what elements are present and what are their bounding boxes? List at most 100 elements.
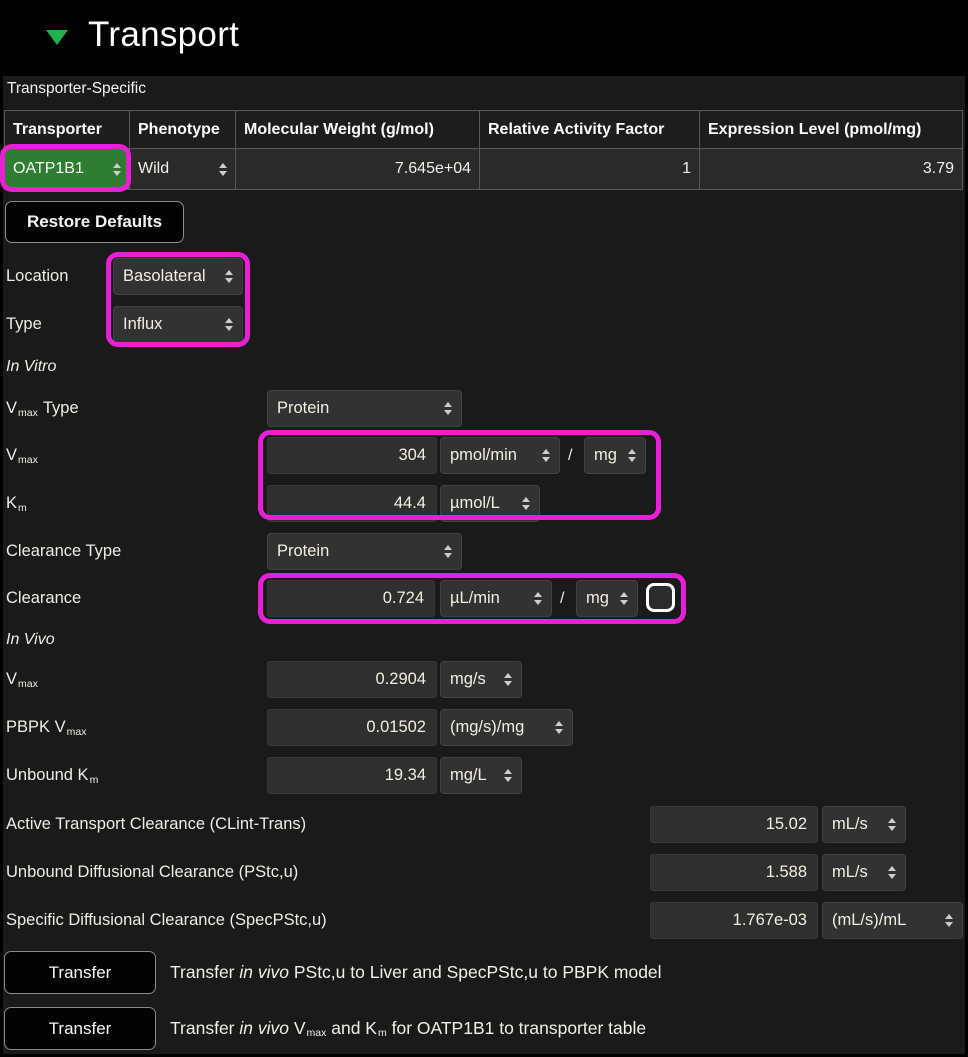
clint-trans-input[interactable]: 15.02 — [650, 806, 818, 843]
pbpk-vmax-unit-select[interactable]: (mg/s)/mg — [440, 709, 573, 746]
km-invitro-row: Km 44.4 µmol/L — [0, 485, 968, 522]
col-transporter: Transporter — [5, 111, 130, 149]
table-header-row: Transporter Phenotype Molecular Weight (… — [5, 111, 963, 149]
transfer-vmax-km-caption: Transfer in vivo Vmax and Km for OATP1B1… — [170, 1007, 646, 1050]
clint-trans-row: Active Transport Clearance (CLint-Trans)… — [0, 806, 968, 843]
section-header: Transport — [0, 0, 968, 76]
clearance-unit-denominator-select[interactable]: mg — [576, 580, 638, 617]
spinner-icon[interactable] — [522, 497, 530, 510]
transporter-select[interactable]: OATP1B1 — [5, 149, 130, 190]
pbpk-vmax-input[interactable]: 0.01502 — [267, 709, 437, 746]
spinner-icon[interactable] — [225, 270, 233, 283]
unit-divider: / — [568, 437, 572, 474]
in-vivo-heading: In Vivo — [6, 631, 55, 649]
transfer-pstcu-row: Transfer Transfer in vivo PStc,u to Live… — [0, 951, 968, 994]
clearance-input[interactable]: 0.724 — [267, 580, 435, 617]
table-row: OATP1B1 Wild 7.645e+04 1 3.79 — [5, 149, 963, 190]
clint-trans-label: Active Transport Clearance (CLint-Trans) — [6, 806, 306, 843]
unit-divider: / — [560, 580, 564, 617]
in-vitro-heading: In Vitro — [6, 358, 56, 376]
vmax-invivo-input[interactable]: 0.2904 — [267, 661, 437, 698]
spinner-icon[interactable] — [534, 592, 542, 605]
expression-level-cell[interactable]: 3.79 — [700, 149, 963, 190]
location-select[interactable]: Basolateral — [113, 258, 243, 295]
pbpk-vmax-label: PBPK Vmax — [6, 709, 86, 746]
spinner-icon[interactable] — [444, 402, 452, 415]
type-value: Influx — [123, 315, 162, 334]
clearance-type-label: Clearance Type — [6, 533, 121, 570]
vmax-unit-denominator-select[interactable]: mg — [584, 437, 646, 474]
location-row: Location Basolateral — [0, 258, 968, 295]
clearance-row: Clearance 0.724 µL/min / mg — [0, 580, 968, 617]
phenotype-value: Wild — [138, 160, 169, 178]
type-select[interactable]: Influx — [113, 306, 243, 343]
transfer-pstcu-caption: Transfer in vivo PStc,u to Liver and Spe… — [170, 951, 662, 994]
transfer-vmax-km-row: Transfer Transfer in vivo Vmax and Km fo… — [0, 1007, 968, 1050]
vmax-label: Vmax — [6, 437, 38, 474]
spinner-icon[interactable] — [504, 769, 512, 782]
clearance-label: Clearance — [6, 580, 81, 617]
clearance-checkbox[interactable] — [646, 583, 675, 612]
clearance-type-select[interactable]: Protein — [267, 533, 462, 570]
spinner-icon[interactable] — [888, 818, 896, 831]
vmax-unit-numerator-select[interactable]: pmol/min — [440, 437, 560, 474]
spinner-icon[interactable] — [888, 866, 896, 879]
transport-panel: Transport Transporter-Specific Transport… — [0, 0, 968, 1057]
specpstcu-row: Specific Diffusional Clearance (SpecPStc… — [0, 902, 968, 939]
relative-activity-factor-cell[interactable]: 1 — [480, 149, 700, 190]
spinner-icon[interactable] — [620, 592, 628, 605]
unbound-km-unit-select[interactable]: mg/L — [440, 757, 522, 794]
phenotype-select[interactable]: Wild — [130, 149, 236, 190]
transporter-specific-label: Transporter-Specific — [7, 80, 146, 98]
pstcu-input[interactable]: 1.588 — [650, 854, 818, 891]
collapse-triangle-icon[interactable] — [46, 30, 68, 45]
col-relative-activity-factor: Relative Activity Factor — [480, 111, 700, 149]
spinner-icon[interactable] — [113, 163, 121, 176]
location-value: Basolateral — [123, 267, 206, 286]
col-expression-level: Expression Level (pmol/mg) — [700, 111, 963, 149]
vmax-type-row: VmaxType Protein — [0, 390, 968, 427]
pstcu-unit-select[interactable]: mL/s — [822, 854, 906, 891]
vmax-input[interactable]: 304 — [267, 437, 437, 474]
spinner-icon[interactable] — [225, 318, 233, 331]
clearance-unit-numerator-select[interactable]: µL/min — [440, 580, 552, 617]
spinner-icon[interactable] — [219, 163, 227, 176]
spinner-icon[interactable] — [628, 449, 636, 462]
col-phenotype: Phenotype — [130, 111, 236, 149]
transporter-table: Transporter Phenotype Molecular Weight (… — [4, 110, 963, 190]
vmax-invivo-row: Vmax 0.2904 mg/s — [0, 661, 968, 698]
vmax-invivo-label: Vmax — [6, 661, 38, 698]
vmax-type-label: VmaxType — [6, 390, 79, 427]
pbpk-vmax-row: PBPK Vmax 0.01502 (mg/s)/mg — [0, 709, 968, 746]
clint-trans-unit-select[interactable]: mL/s — [822, 806, 906, 843]
spinner-icon[interactable] — [542, 449, 550, 462]
restore-defaults-button[interactable]: Restore Defaults — [5, 201, 184, 243]
vmax-type-select[interactable]: Protein — [267, 390, 462, 427]
pstcu-label: Unbound Diffusional Clearance (PStc,u) — [6, 854, 298, 891]
specpstcu-unit-select[interactable]: (mL/s)/mL — [822, 902, 963, 939]
spinner-icon[interactable] — [504, 673, 512, 686]
vmax-type-value: Protein — [277, 399, 329, 418]
clearance-type-row: Clearance Type Protein — [0, 533, 968, 570]
pstcu-row: Unbound Diffusional Clearance (PStc,u) 1… — [0, 854, 968, 891]
km-input[interactable]: 44.4 — [267, 485, 437, 522]
transfer-pstcu-button[interactable]: Transfer — [4, 951, 156, 994]
type-row: Type Influx — [0, 306, 968, 343]
specpstcu-label: Specific Diffusional Clearance (SpecPStc… — [6, 902, 327, 939]
unbound-km-label: Unbound Km — [6, 757, 98, 794]
clearance-type-value: Protein — [277, 542, 329, 561]
type-label: Type — [6, 306, 42, 343]
km-unit-select[interactable]: µmol/L — [440, 485, 540, 522]
spinner-icon[interactable] — [945, 914, 953, 927]
transfer-vmax-km-button[interactable]: Transfer — [4, 1007, 156, 1050]
spinner-icon[interactable] — [555, 721, 563, 734]
km-label: Km — [6, 485, 27, 522]
specpstcu-input[interactable]: 1.767e-03 — [650, 902, 818, 939]
vmax-invivo-unit-select[interactable]: mg/s — [440, 661, 522, 698]
spinner-icon[interactable] — [444, 545, 452, 558]
unbound-km-input[interactable]: 19.34 — [267, 757, 437, 794]
transporter-value: OATP1B1 — [13, 160, 84, 178]
col-molecular-weight: Molecular Weight (g/mol) — [236, 111, 480, 149]
page-title: Transport — [88, 15, 239, 55]
molecular-weight-cell[interactable]: 7.645e+04 — [236, 149, 480, 190]
